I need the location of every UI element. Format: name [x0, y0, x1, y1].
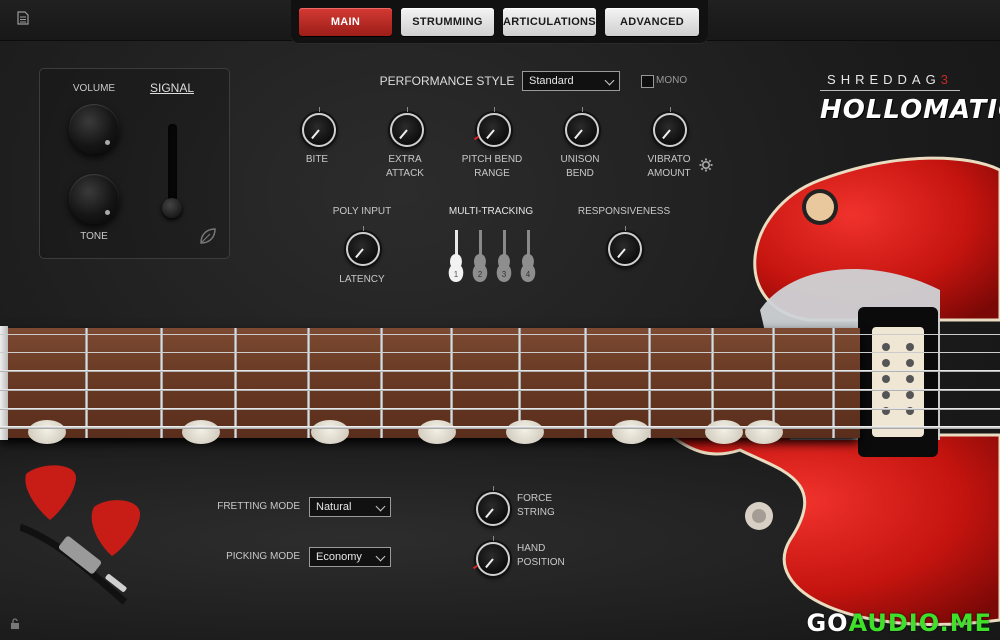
- mono-checkbox[interactable]: [641, 75, 654, 88]
- pitch-bend-range-label: PITCH BEND RANGE: [461, 154, 523, 179]
- guitar-string[interactable]: [0, 370, 1000, 372]
- fret-inlay: [506, 420, 544, 444]
- volume-knob[interactable]: [69, 104, 119, 154]
- fretting-mode-label: FRETTING MODE: [217, 501, 300, 512]
- fret-wire: [380, 328, 383, 438]
- multitrack-guitar-2[interactable]: 2: [470, 230, 490, 284]
- fret-wire: [584, 328, 587, 438]
- guitar-string[interactable]: [0, 408, 1000, 411]
- unison-bend-label: UNISON BEND: [560, 154, 600, 179]
- signal-title[interactable]: SIGNAL: [142, 81, 202, 95]
- chevron-down-icon: [375, 551, 386, 562]
- fret-inlay: [182, 420, 220, 444]
- fret-wire: [648, 328, 651, 438]
- unison-bend-knob[interactable]: [565, 107, 599, 147]
- hand-position-label: HAND POSITION: [517, 543, 565, 568]
- force-string-label: FORCE STRING: [517, 493, 555, 518]
- fretting-mode-dropdown[interactable]: Natural: [309, 497, 391, 517]
- fret-wire: [234, 328, 237, 438]
- guitar-string[interactable]: [0, 426, 1000, 429]
- pitch-bend-range-knob[interactable]: [473, 107, 511, 147]
- tab-strumming[interactable]: STRUMMING: [401, 8, 494, 36]
- watermark-part2: AUDIO.ME: [848, 609, 992, 637]
- bite-knob[interactable]: [302, 107, 336, 147]
- fret-inlay: [745, 420, 783, 444]
- performance-style-dropdown[interactable]: Standard: [522, 71, 620, 91]
- chevron-down-icon: [604, 75, 615, 86]
- logo-line2: HOLLOMATIC: [820, 95, 1000, 125]
- chevron-down-icon: [375, 501, 386, 512]
- tone-knob[interactable]: [69, 174, 119, 224]
- fret-inlay: [612, 420, 650, 444]
- guitar-picks-and-cable: [20, 465, 140, 605]
- multitrack-guitar-4[interactable]: 4: [518, 230, 538, 284]
- tab-advanced[interactable]: ADVANCED: [605, 8, 699, 36]
- leaf-icon[interactable]: [198, 226, 218, 246]
- guitar-number-3: 3: [502, 270, 507, 279]
- hand-position-knob[interactable]: [472, 536, 510, 576]
- fret-inlay: [28, 420, 66, 444]
- tab-main[interactable]: MAIN: [299, 8, 392, 36]
- product-logo: SHREDDAG3 HOLLOMATIC: [820, 72, 1000, 125]
- bite-label: BITE: [305, 154, 329, 165]
- fret-wire: [832, 328, 835, 438]
- poly-input-label: POLY INPUT: [332, 206, 392, 217]
- document-icon[interactable]: [17, 11, 29, 25]
- fret-wire: [307, 328, 310, 438]
- picking-mode-label: PICKING MODE: [226, 551, 300, 562]
- tone-label: TONE: [80, 231, 108, 242]
- fret-wire: [160, 328, 163, 438]
- pickup: [858, 307, 938, 457]
- picking-mode-value: Economy: [316, 551, 362, 563]
- multitrack-guitar-3[interactable]: 3: [494, 230, 514, 284]
- fretting-mode-value: Natural: [316, 501, 352, 513]
- guitar-string[interactable]: [0, 389, 1000, 391]
- watermark-part1: GO: [806, 609, 849, 637]
- guitar-string[interactable]: [0, 334, 1000, 335]
- extra-attack-label: EXTRA ATTACK: [386, 154, 424, 179]
- multi-tracking-label: MULTI-TRACKING: [448, 206, 534, 217]
- fret-inlay: [705, 420, 743, 444]
- guitar-number-4: 4: [526, 270, 531, 279]
- extra-attack-knob[interactable]: [390, 107, 424, 147]
- logo-line1-suffix: 3: [940, 72, 953, 87]
- guitar-number-2: 2: [478, 270, 483, 279]
- fret-inlay: [418, 420, 456, 444]
- responsiveness-knob[interactable]: [608, 226, 642, 266]
- tab-articulations[interactable]: ARTICULATIONS: [503, 8, 596, 36]
- volume-label: VOLUME: [72, 83, 116, 94]
- guitar-string[interactable]: [0, 352, 1000, 354]
- vibrato-amount-knob[interactable]: [653, 107, 687, 147]
- watermark: GO AUDIO.ME: [800, 608, 998, 638]
- fretboard-nut: [0, 326, 8, 440]
- latency-knob[interactable]: [346, 226, 380, 266]
- mono-label: MONO: [656, 75, 688, 86]
- force-string-knob[interactable]: [476, 486, 510, 526]
- fret-wire: [450, 328, 453, 438]
- latency-label: LATENCY: [339, 274, 385, 285]
- multitrack-guitar-1[interactable]: 1: [446, 230, 466, 284]
- signal-slider-thumb[interactable]: [162, 198, 182, 218]
- tab-bar: MAIN STRUMMING ARTICULATIONS ADVANCED: [291, 0, 708, 44]
- logo-line1: SHREDDAG: [827, 72, 941, 87]
- guitar-number-1: 1: [454, 270, 459, 279]
- picking-mode-dropdown[interactable]: Economy: [309, 547, 391, 567]
- lock-icon[interactable]: [10, 618, 20, 630]
- fret-wire: [85, 328, 88, 438]
- responsiveness-label: RESPONSIVENESS: [577, 206, 671, 217]
- fret-inlay: [311, 420, 349, 444]
- plugin-window: MAIN STRUMMING ARTICULATIONS ADVANCED VO…: [0, 0, 1000, 640]
- performance-style-label: PERFORMANCE STYLE: [379, 74, 515, 88]
- performance-style-value: Standard: [529, 75, 574, 87]
